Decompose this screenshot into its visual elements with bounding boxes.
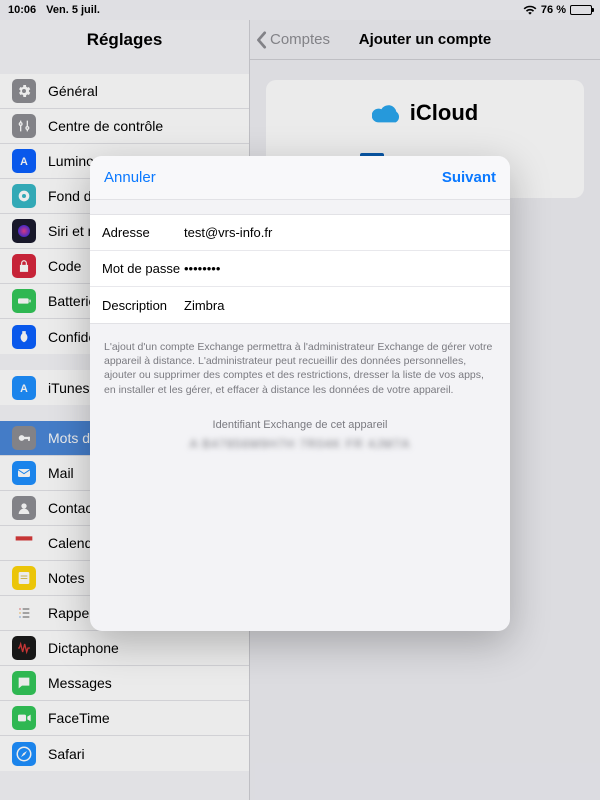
cancel-button[interactable]: Annuler	[104, 169, 156, 186]
device-id-value: A B47856M9H7H 7R04K FR 4JM7A	[90, 437, 510, 451]
address-input[interactable]	[184, 225, 498, 240]
device-id-label: Identifiant Exchange de cet appareil	[90, 419, 510, 431]
exchange-form: Adresse Mot de passe Description	[90, 214, 510, 324]
password-label: Mot de passe	[102, 261, 184, 276]
sheet-header: Annuler Suivant	[90, 156, 510, 200]
address-label: Adresse	[102, 225, 184, 240]
description-label: Description	[102, 298, 184, 313]
exchange-sheet: Annuler Suivant Adresse Mot de passe Des…	[90, 156, 510, 631]
modal-overlay: Annuler Suivant Adresse Mot de passe Des…	[0, 0, 600, 800]
exchange-info-text: L'ajout d'un compte Exchange permettra à…	[90, 324, 510, 405]
description-input[interactable]	[184, 298, 498, 313]
next-button[interactable]: Suivant	[442, 169, 496, 186]
password-input[interactable]	[184, 261, 498, 276]
